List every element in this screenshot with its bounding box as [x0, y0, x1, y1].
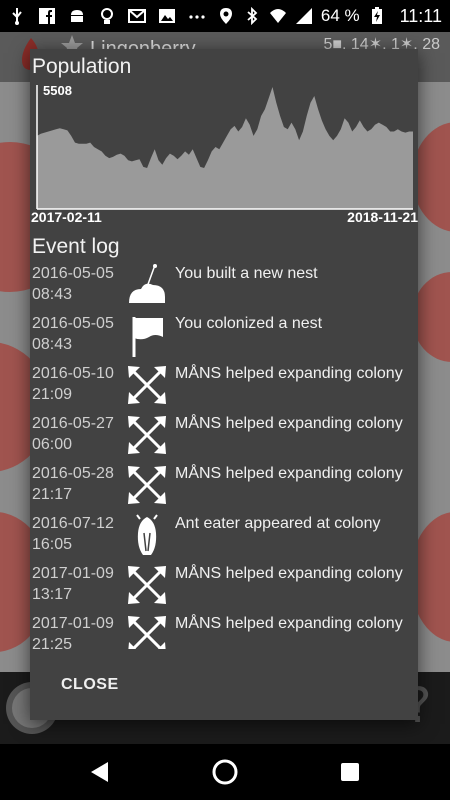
event-text: MÅNS helped expanding colony — [175, 465, 403, 482]
notification-icons — [8, 7, 206, 25]
close-button[interactable]: CLOSE — [61, 676, 119, 694]
event-time: 21:09 — [32, 386, 73, 403]
event-time: 16:05 — [32, 536, 73, 553]
battery-percent: 64 % — [320, 6, 360, 25]
population-title: Population — [32, 55, 132, 78]
home-icon[interactable] — [211, 758, 239, 786]
wifi-icon — [269, 9, 286, 23]
event-log-item: 2016-05-28 21:17 MÅNS helped expanding col… — [30, 461, 418, 511]
event-date: 2017-01-09 — [32, 565, 114, 582]
usb-icon — [12, 8, 22, 25]
event-timestamp: 2017-01-09 13:17 — [32, 563, 126, 605]
bulb-icon — [101, 8, 113, 24]
event-timestamp: 2016-05-05 08:43 — [32, 263, 126, 305]
event-log-title: Event log — [32, 235, 120, 258]
event-date: 2016-05-05 — [32, 265, 114, 282]
signal-icon — [295, 8, 312, 24]
expand-arrows-icon — [125, 413, 169, 457]
event-date: 2016-05-27 — [32, 415, 114, 432]
event-timestamp: 2016-05-28 21:17 — [32, 463, 126, 505]
event-log-item: 2016-05-27 06:00 MÅNS helped expanding col… — [30, 411, 418, 461]
event-timestamp: 2016-05-05 08:43 — [32, 313, 126, 355]
event-text: You colonized a nest — [175, 315, 323, 332]
event-log-item: 2016-05-10 21:09 MÅNS helped expanding col… — [30, 361, 418, 411]
event-date: 2017-01-09 — [32, 615, 114, 632]
event-log-item: 2016-05-05 08:43 You colonized a nest — [30, 311, 418, 361]
event-timestamp: 2016-05-27 06:00 — [32, 413, 126, 455]
expand-arrows-icon — [125, 463, 169, 507]
navigation-bar — [0, 744, 450, 800]
event-log-item: 2016-05-05 08:43 You built a new nest — [30, 261, 418, 311]
battery-charging-icon — [371, 7, 382, 24]
recents-icon[interactable] — [336, 758, 364, 786]
status-bar: 64 % 11:11 — [0, 0, 450, 32]
event-log-list[interactable]: 2016-05-05 08:43 You built a new nest 2016-… — [30, 261, 418, 649]
event-text: Ant eater appeared at colony — [175, 515, 381, 532]
expand-arrows-icon — [125, 613, 169, 649]
event-text: MÅNS helped expanding colony — [175, 565, 403, 582]
event-text: MÅNS helped expanding colony — [175, 365, 403, 382]
event-time: 06:00 — [32, 436, 73, 453]
expand-arrows-icon — [125, 363, 169, 407]
anteater-icon — [125, 513, 169, 557]
flag-icon — [125, 313, 169, 357]
event-timestamp: 2016-07-12 16:05 — [32, 513, 126, 555]
event-time: 08:43 — [32, 286, 73, 303]
event-text: MÅNS helped expanding colony — [175, 415, 403, 432]
location-icon — [219, 8, 232, 24]
more-icon — [189, 15, 205, 19]
event-log-item: 2017-01-09 13:17 MÅNS helped expanding col… — [30, 561, 418, 611]
event-time: 08:43 — [32, 336, 73, 353]
facebook-icon — [39, 8, 55, 24]
event-time: 13:17 — [32, 586, 73, 603]
event-timestamp: 2016-05-10 21:09 — [32, 363, 126, 405]
event-time: 21:17 — [32, 486, 73, 503]
chart-end-date: 2018-11-21 — [347, 209, 418, 225]
back-icon[interactable] — [86, 758, 114, 786]
event-text: MÅNS helped expanding colony — [175, 615, 403, 632]
bluetooth-icon — [247, 7, 258, 25]
gmail-icon — [128, 9, 146, 23]
event-text: You built a new nest — [175, 265, 318, 282]
event-date: 2016-05-05 — [32, 315, 114, 332]
clock: 11:11 — [399, 5, 442, 26]
expand-arrows-icon — [125, 563, 169, 607]
event-date: 2016-05-28 — [32, 465, 114, 482]
system-icons: 64 % 11:11 — [217, 6, 442, 27]
chart-max-label: 5508 — [43, 83, 72, 98]
event-date: 2016-07-12 — [32, 515, 114, 532]
android-icon — [71, 10, 83, 22]
nest-icon — [125, 263, 169, 307]
colony-info-dialog: Population 5508 2017-02-11 2018-11-21 Ev… — [30, 49, 418, 720]
event-date: 2016-05-10 — [32, 365, 114, 382]
population-chart: 5508 — [30, 81, 418, 229]
event-log-item: 2017-01-09 21:25 MÅNS helped expanding col… — [30, 611, 418, 649]
image-icon — [159, 9, 175, 23]
event-timestamp: 2017-01-09 21:25 — [32, 613, 126, 649]
event-time: 21:25 — [32, 636, 73, 649]
chart-start-date: 2017-02-11 — [31, 209, 102, 225]
event-log-item: 2016-07-12 16:05 Ant eater appeared at col… — [30, 511, 418, 561]
